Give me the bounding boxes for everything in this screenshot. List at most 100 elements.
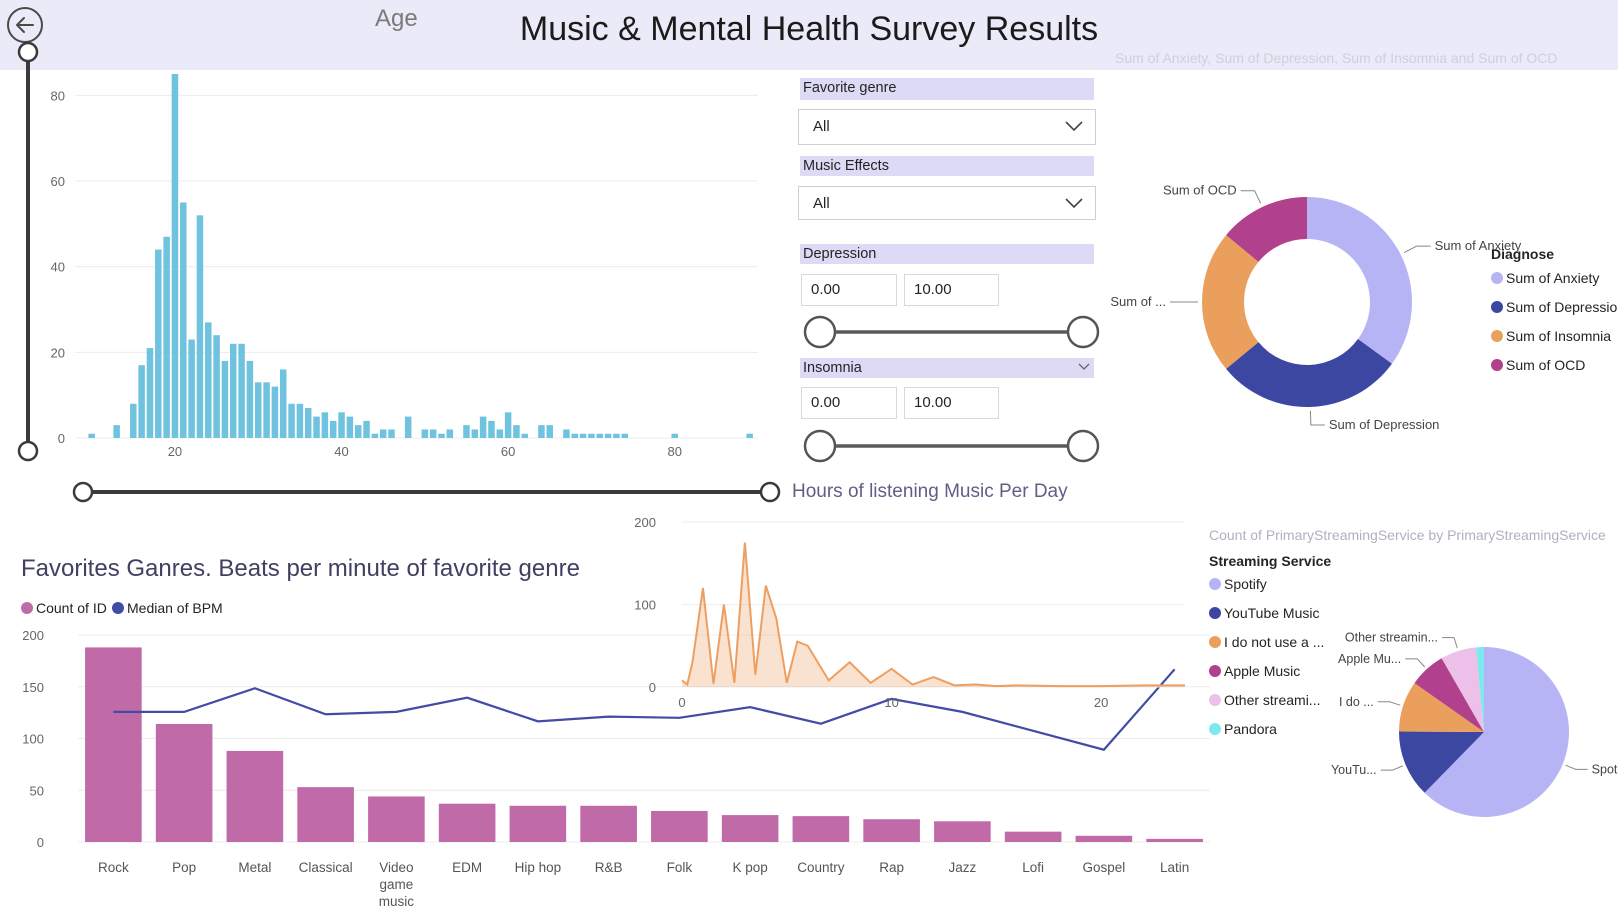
insomnia-slider-min-handle[interactable]	[803, 429, 837, 463]
genre-bar	[1075, 835, 1133, 842]
y-tick-label: 0	[649, 680, 656, 695]
legend-label: I do not use a ...	[1224, 634, 1325, 650]
depression-min-input[interactable]: 0.00	[801, 274, 897, 306]
legend-item-bpm[interactable]: Median of BPM	[112, 600, 223, 616]
x-tick-label: Lofi	[1022, 860, 1044, 875]
histogram-bar	[138, 365, 145, 438]
insomnia-filter-label: Insomnia	[803, 360, 862, 376]
histogram-bar	[180, 202, 187, 438]
legend-item-other[interactable]: Other streami...	[1209, 692, 1320, 708]
insomnia-slider-max-handle[interactable]	[1066, 429, 1100, 463]
legend-dot	[1209, 578, 1221, 590]
depression-max-input[interactable]: 10.00	[904, 274, 999, 306]
histogram-bar	[513, 425, 520, 438]
hours-slider-right-handle[interactable]	[759, 481, 781, 503]
histogram-bar	[604, 433, 612, 438]
y-tick-label: 60	[51, 174, 65, 189]
insomnia-range-slider[interactable]	[800, 429, 1100, 464]
legend-item-none[interactable]: I do not use a ...	[1209, 634, 1324, 650]
leader-line	[1240, 190, 1262, 204]
legend-item-ocd[interactable]: Sum of OCD	[1491, 357, 1585, 373]
y-tick-label: 150	[22, 680, 44, 695]
genre-bar	[651, 810, 708, 842]
histogram-bar	[746, 433, 753, 438]
histogram-bar	[113, 425, 120, 438]
page-title: Music & Mental Health Survey Results	[519, 10, 1099, 48]
chevron-down-icon	[1065, 121, 1083, 132]
slice-label: Apple Mu...	[1338, 652, 1401, 666]
y-tick-label: 50	[30, 783, 44, 798]
legend-item-spotify[interactable]: Spotify	[1209, 576, 1267, 592]
slice-label: Spotify	[1592, 762, 1618, 776]
y-tick-label: 100	[634, 598, 656, 613]
histogram-bar	[263, 382, 270, 438]
x-tick-label: Pop	[172, 860, 196, 875]
histogram-bar	[271, 386, 279, 438]
histogram-bar	[471, 429, 479, 438]
legend-item-anxiety[interactable]: Sum of Anxiety	[1491, 270, 1599, 286]
histogram-bar	[88, 433, 95, 438]
histogram-bar	[496, 429, 504, 438]
genre-bar	[368, 796, 425, 842]
x-tick-label: Classical	[299, 860, 353, 875]
genre-bar	[297, 787, 354, 842]
histogram-bar	[563, 429, 570, 438]
histogram-bar	[363, 420, 370, 438]
legend-item-depression[interactable]: Sum of Depression	[1491, 299, 1618, 315]
depression-slider-max-handle[interactable]	[1066, 315, 1100, 349]
legend-dot	[1209, 636, 1221, 648]
insomnia-max-input[interactable]: 10.00	[904, 387, 999, 419]
age-slider-top-handle[interactable]	[17, 41, 39, 63]
legend-label: Spotify	[1224, 576, 1267, 592]
histogram-bar	[504, 412, 512, 438]
donut-slice	[1307, 197, 1412, 364]
legend-label: Median of BPM	[127, 600, 223, 616]
depression-range-slider[interactable]	[800, 315, 1100, 350]
legend-item-insomnia[interactable]: Sum of Insomnia	[1491, 328, 1611, 344]
y-tick-label: 80	[51, 88, 65, 103]
legend-item-pandora[interactable]: Pandora	[1209, 721, 1277, 737]
age-slider-bottom-handle[interactable]	[17, 440, 39, 462]
favorite-genre-dropdown[interactable]: All	[798, 109, 1096, 145]
hours-slider-left-handle[interactable]	[72, 481, 94, 503]
favorite-genre-value: All	[813, 118, 830, 135]
histogram-bar	[379, 429, 387, 438]
back-arrow-icon[interactable]	[6, 6, 44, 44]
legend-label: Sum of Anxiety	[1506, 270, 1600, 286]
slice-label: YouTu...	[1331, 763, 1377, 777]
histogram-bar	[371, 433, 379, 438]
diagnose-legend-title: Diagnose	[1491, 246, 1555, 262]
x-tick-label: K pop	[732, 860, 767, 875]
legend-item-apple[interactable]: Apple Music	[1209, 663, 1300, 679]
slice-label: I do ...	[1339, 695, 1374, 709]
legend-label: Other streami...	[1224, 692, 1321, 708]
legend-dot	[21, 602, 33, 614]
genre-bar	[721, 815, 779, 842]
legend-dot	[1209, 694, 1221, 706]
legend-dot	[1209, 665, 1221, 677]
legend-label: Pandora	[1224, 721, 1277, 737]
insomnia-min-input[interactable]: 0.00	[801, 387, 897, 419]
legend-item-youtube[interactable]: YouTube Music	[1209, 605, 1319, 621]
histogram-bar	[613, 433, 620, 438]
x-tick-label: Latin	[1160, 860, 1189, 875]
histogram-bar	[238, 343, 245, 438]
histogram-bar	[404, 416, 412, 438]
histogram-bar	[438, 433, 445, 438]
chevron-down-icon[interactable]	[1078, 361, 1090, 373]
music-effects-dropdown[interactable]: All	[798, 186, 1096, 220]
age-histogram-chart: 0 20 40 60 80 20 40 60 80	[17, 41, 781, 503]
histogram-bar	[588, 433, 595, 438]
y-tick-label: 100	[22, 732, 44, 747]
histogram-bar	[446, 429, 454, 438]
depression-slider-min-handle[interactable]	[803, 315, 837, 349]
x-tick-label: Rap	[879, 860, 904, 875]
x-tick-label: 40	[334, 444, 348, 459]
x-tick-label: Metal	[238, 860, 271, 875]
hours-slider-label: Hours of listening Music Per Day	[792, 481, 1068, 502]
legend-item-count[interactable]: Count of ID	[21, 600, 107, 616]
x-tick-label: Gospel	[1082, 860, 1125, 875]
hours-area-chart: 0 100 200 0 10 20	[634, 515, 1185, 710]
histogram-bar	[421, 429, 429, 438]
legend-dot	[1491, 272, 1503, 284]
